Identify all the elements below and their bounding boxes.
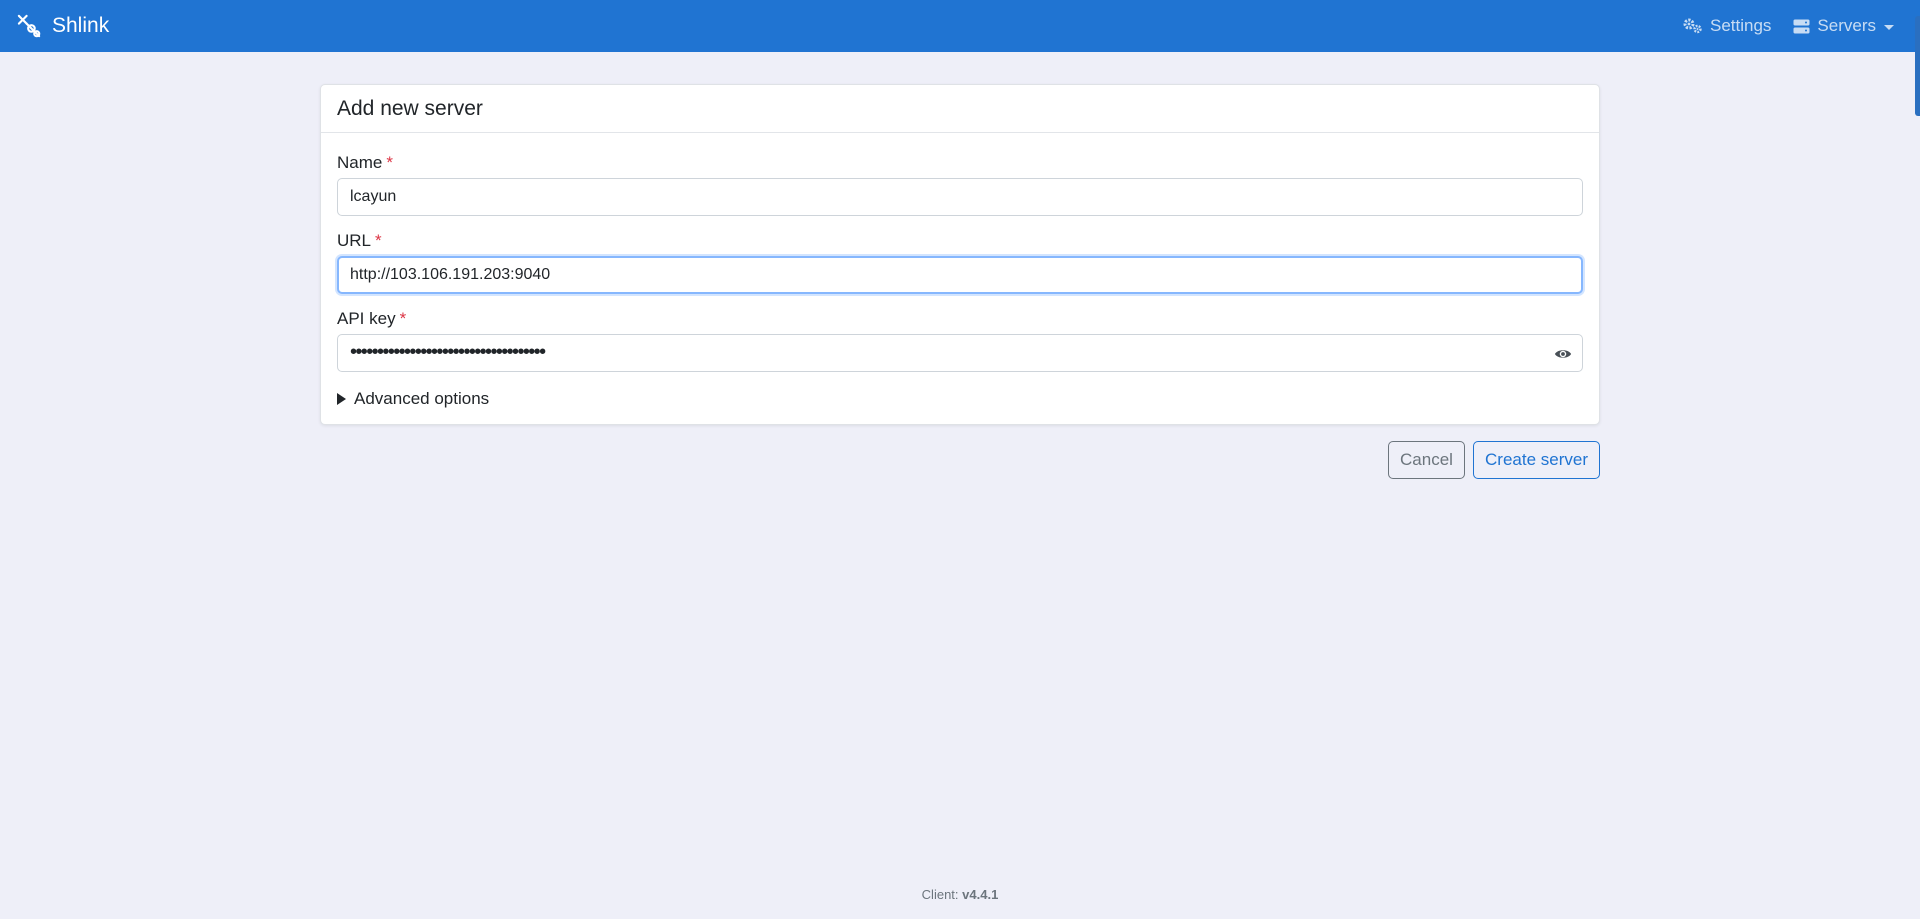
name-input[interactable]: lcayun — [337, 178, 1583, 216]
servers-label: Servers — [1817, 16, 1876, 35]
name-label-text: Name — [337, 153, 383, 172]
advanced-options-toggle[interactable]: Advanced options — [337, 389, 489, 409]
add-server-card: Add new server Name * lcayun URL * http://… — [320, 84, 1600, 425]
api-key-label: API key * — [337, 309, 406, 329]
url-label-text: URL — [337, 231, 372, 250]
required-marker: * — [399, 309, 407, 328]
chevron-down-icon — [1884, 24, 1894, 30]
api-key-masked-value: •••••••••••••••••••••••••••••••••••• — [350, 341, 546, 363]
footer-version: v4.4.1 — [962, 887, 999, 902]
eye-icon[interactable] — [1554, 345, 1572, 363]
create-server-button[interactable]: Create server — [1473, 441, 1600, 479]
api-key-label-text: API key — [337, 309, 396, 328]
brand-name: Shlink — [52, 14, 110, 37]
url-label: URL * — [337, 231, 382, 251]
top-navbar: Shlink Settings Servers — [0, 0, 1920, 52]
page-title: Add new server — [337, 96, 483, 120]
card-header: Add new server — [321, 85, 1599, 133]
brand-link[interactable]: Shlink — [16, 13, 109, 40]
server-icon — [1793, 19, 1810, 33]
name-label: Name * — [337, 153, 393, 173]
cogs-icon — [1683, 18, 1702, 34]
url-input[interactable]: http://103.106.191.203:9040 — [337, 256, 1583, 294]
url-input-value: http://103.106.191.203:9040 — [350, 266, 551, 283]
name-input-value: lcayun — [350, 188, 397, 205]
servers-dropdown-toggle[interactable]: Servers — [1793, 16, 1894, 36]
advanced-options-label: Advanced options — [354, 389, 490, 408]
footer: Client: v4.4.1 — [0, 887, 1920, 902]
required-marker: * — [386, 153, 393, 172]
required-marker: * — [375, 231, 382, 250]
footer-client-label: Client: — [921, 887, 959, 902]
cancel-button[interactable]: Cancel — [1388, 441, 1465, 479]
scrollbar-thumb[interactable] — [1915, 16, 1920, 116]
caret-right-icon — [337, 393, 346, 405]
api-key-input[interactable]: •••••••••••••••••••••••••••••••••••• — [337, 334, 1583, 372]
settings-label: Settings — [1709, 16, 1772, 35]
shlink-logo-icon — [17, 14, 41, 37]
settings-link[interactable]: Settings — [1683, 16, 1771, 36]
